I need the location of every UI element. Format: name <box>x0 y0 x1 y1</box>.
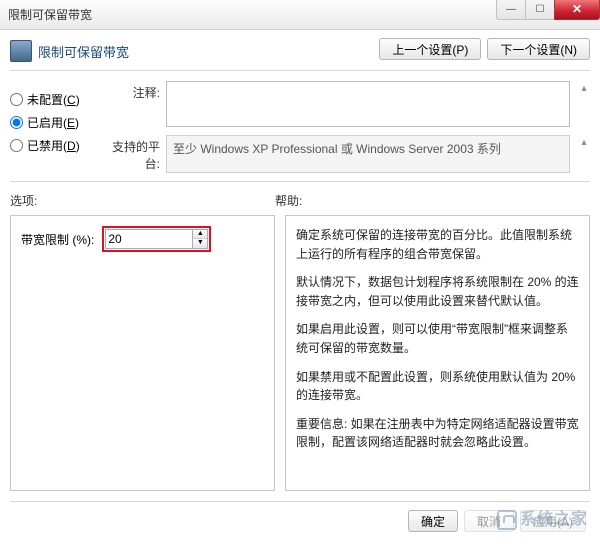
maximize-button[interactable]: ☐ <box>525 0 555 20</box>
help-text: 默认情况下，数据包计划程序将系统限制在 20% 的连接带宽之内，但可以使用此设置… <box>296 273 579 310</box>
nav-buttons: 上一个设置(P) 下一个设置(N) <box>379 36 590 60</box>
minimize-button[interactable]: — <box>496 0 526 20</box>
platform-label: 支持的平台: <box>102 135 160 172</box>
bandwidth-label: 带宽限制 (%): <box>21 231 94 248</box>
radio-enabled[interactable]: 已启用(E) <box>10 114 94 131</box>
comment-input[interactable] <box>166 81 570 127</box>
policy-title: 限制可保留带宽 <box>38 42 129 61</box>
platform-value: 至少 Windows XP Professional 或 Windows Ser… <box>166 135 570 173</box>
apply-button[interactable]: 应用(A) <box>520 510 586 532</box>
footer: 确定 取消 应用(A) 系统之家 <box>10 501 590 532</box>
help-text: 如果禁用或不配置此设置，则系统使用默认值为 20% 的连接带宽。 <box>296 368 579 405</box>
cancel-button[interactable]: 取消 <box>464 510 514 532</box>
next-setting-button[interactable]: 下一个设置(N) <box>487 38 590 60</box>
lower-panels: 带宽限制 (%): ▲ ▼ 确定系统可保留的连接带宽的百分比。此值限制系统上运行… <box>10 215 590 491</box>
config-section: 未配置(C) 已启用(E) 已禁用(D) 注释: ▴ 支持的平台: 至少 Win… <box>10 77 590 182</box>
options-panel: 带宽限制 (%): ▲ ▼ <box>10 215 275 491</box>
state-radios: 未配置(C) 已启用(E) 已禁用(D) <box>10 81 94 173</box>
section-labels: 选项: 帮助: <box>10 192 590 209</box>
help-text: 重要信息: 如果在注册表中为特定网络适配器设置带宽限制，配置该网络适配器时就会忽… <box>296 415 579 452</box>
close-button[interactable]: ✕ <box>554 0 600 20</box>
config-right: 注释: ▴ 支持的平台: 至少 Windows XP Professional … <box>102 81 590 173</box>
bandwidth-spinner-highlight: ▲ ▼ <box>102 226 211 252</box>
radio-enabled-input[interactable] <box>10 116 23 129</box>
spinner-down-button[interactable]: ▼ <box>193 239 207 248</box>
window-title: 限制可保留带宽 <box>8 6 497 23</box>
radio-disabled[interactable]: 已禁用(D) <box>10 137 94 154</box>
header: 限制可保留带宽 上一个设置(P) 下一个设置(N) <box>10 36 590 71</box>
help-text: 确定系统可保留的连接带宽的百分比。此值限制系统上运行的所有程序的组合带宽保留。 <box>296 226 579 263</box>
help-heading: 帮助: <box>275 192 302 209</box>
spinner-up-button[interactable]: ▲ <box>193 230 207 239</box>
header-left: 限制可保留带宽 <box>10 36 371 62</box>
comment-caret-icon: ▴ <box>578 81 590 94</box>
previous-setting-button[interactable]: 上一个设置(P) <box>379 38 481 60</box>
spinner-buttons: ▲ ▼ <box>193 229 208 249</box>
platform-row: 支持的平台: 至少 Windows XP Professional 或 Wind… <box>102 135 590 173</box>
window-titlebar: 限制可保留带宽 — ☐ ✕ <box>0 0 600 30</box>
radio-not-configured[interactable]: 未配置(C) <box>10 91 94 108</box>
comment-label: 注释: <box>102 81 160 101</box>
platform-caret-icon: ▴ <box>578 135 590 148</box>
bandwidth-input[interactable] <box>105 229 193 249</box>
policy-icon <box>10 40 32 62</box>
comment-row: 注释: ▴ <box>102 81 590 127</box>
bandwidth-option-row: 带宽限制 (%): ▲ ▼ <box>21 226 264 252</box>
radio-not-configured-input[interactable] <box>10 93 23 106</box>
options-heading: 选项: <box>10 192 275 209</box>
radio-disabled-input[interactable] <box>10 139 23 152</box>
ok-button[interactable]: 确定 <box>408 510 458 532</box>
help-text: 如果启用此设置，则可以使用“带宽限制”框来调整系统可保留的带宽数量。 <box>296 320 579 357</box>
window-buttons: — ☐ ✕ <box>497 0 600 30</box>
help-panel: 确定系统可保留的连接带宽的百分比。此值限制系统上运行的所有程序的组合带宽保留。 … <box>285 215 590 491</box>
